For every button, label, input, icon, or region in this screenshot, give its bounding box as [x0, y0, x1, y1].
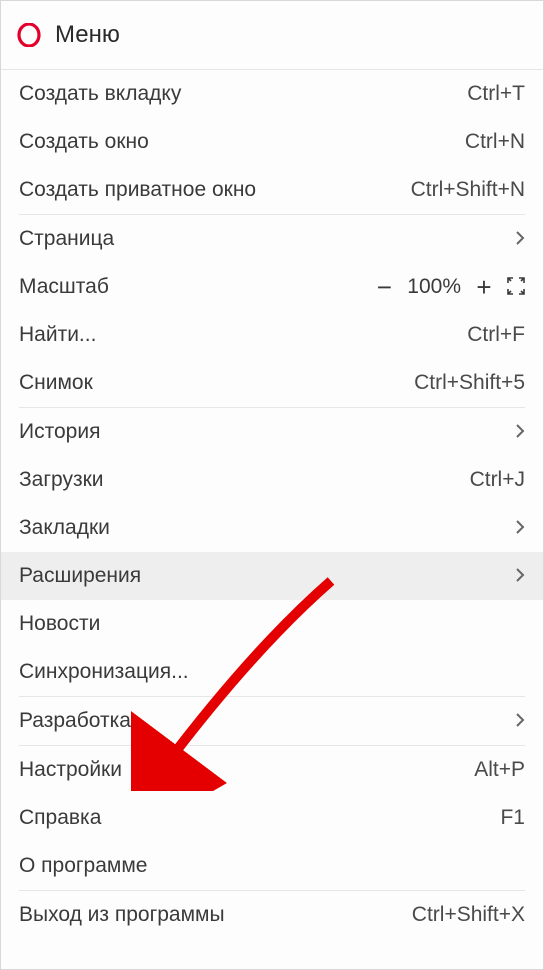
- zoom-in-button[interactable]: +: [473, 274, 495, 300]
- menu-item-label: Синхронизация...: [19, 660, 525, 684]
- chevron-right-icon: [515, 517, 525, 540]
- menu-item-label: Создать вкладку: [19, 82, 457, 106]
- menu-item-downloads[interactable]: Загрузки Ctrl+J: [1, 456, 543, 504]
- menu-item-label: Загрузки: [19, 468, 460, 492]
- menu-item-zoom[interactable]: Масштаб − 100% +: [1, 263, 543, 311]
- menu-item-label: Закладки: [19, 516, 515, 540]
- menu-item-label: Выход из программы: [19, 903, 402, 927]
- shortcut: Alt+P: [474, 758, 525, 782]
- zoom-level: 100%: [407, 275, 461, 299]
- shortcut: Ctrl+Shift+5: [414, 371, 525, 395]
- zoom-controls: − 100% +: [373, 274, 525, 300]
- menu-item-snapshot[interactable]: Снимок Ctrl+Shift+5: [1, 359, 543, 407]
- chevron-right-icon: [515, 565, 525, 588]
- opera-icon: [17, 23, 41, 47]
- menu-item-label: Страница: [19, 227, 515, 251]
- menu-item-settings[interactable]: Настройки Alt+P: [1, 746, 543, 794]
- menu-item-label: Расширения: [19, 564, 515, 588]
- fullscreen-icon[interactable]: [507, 277, 525, 298]
- menu-header: Меню: [1, 1, 543, 69]
- menu-item-label: Найти...: [19, 323, 457, 347]
- shortcut: Ctrl+T: [467, 82, 525, 106]
- menu-item-news[interactable]: Новости: [1, 600, 543, 648]
- menu-item-label: Настройки: [19, 758, 464, 782]
- menu-item-label: Создать окно: [19, 130, 455, 154]
- menu-item-help[interactable]: Справка F1: [1, 794, 543, 842]
- shortcut: Ctrl+Shift+N: [411, 178, 525, 202]
- shortcut: Ctrl+N: [465, 130, 525, 154]
- menu-item-extensions[interactable]: Расширения: [1, 552, 543, 600]
- main-menu: Меню Создать вкладку Ctrl+T Создать окно…: [0, 0, 544, 970]
- menu-item-sync[interactable]: Синхронизация...: [1, 648, 543, 696]
- menu-item-label: Масштаб: [19, 275, 373, 299]
- menu-item-exit[interactable]: Выход из программы Ctrl+Shift+X: [1, 891, 543, 939]
- menu-item-label: Справка: [19, 806, 490, 830]
- chevron-right-icon: [515, 228, 525, 251]
- menu-item-label: История: [19, 420, 515, 444]
- menu-item-label: Создать приватное окно: [19, 178, 401, 202]
- chevron-right-icon: [515, 421, 525, 444]
- shortcut: Ctrl+Shift+X: [412, 903, 525, 927]
- menu-item-page[interactable]: Страница: [1, 215, 543, 263]
- menu-item-label: Разработка: [19, 709, 515, 733]
- menu-item-label: О программе: [19, 854, 525, 878]
- shortcut: Ctrl+F: [467, 323, 525, 347]
- shortcut: F1: [500, 806, 525, 830]
- menu-item-find[interactable]: Найти... Ctrl+F: [1, 311, 543, 359]
- zoom-out-button[interactable]: −: [373, 274, 395, 300]
- shortcut: Ctrl+J: [470, 468, 525, 492]
- menu-item-bookmarks[interactable]: Закладки: [1, 504, 543, 552]
- menu-title: Меню: [55, 21, 120, 49]
- menu-item-new-private[interactable]: Создать приватное окно Ctrl+Shift+N: [1, 166, 543, 214]
- menu-item-label: Новости: [19, 612, 525, 636]
- menu-item-about[interactable]: О программе: [1, 842, 543, 890]
- menu-item-new-tab[interactable]: Создать вкладку Ctrl+T: [1, 70, 543, 118]
- menu-item-label: Снимок: [19, 371, 404, 395]
- menu-item-history[interactable]: История: [1, 408, 543, 456]
- chevron-right-icon: [515, 710, 525, 733]
- menu-item-new-window[interactable]: Создать окно Ctrl+N: [1, 118, 543, 166]
- menu-item-developer[interactable]: Разработка: [1, 697, 543, 745]
